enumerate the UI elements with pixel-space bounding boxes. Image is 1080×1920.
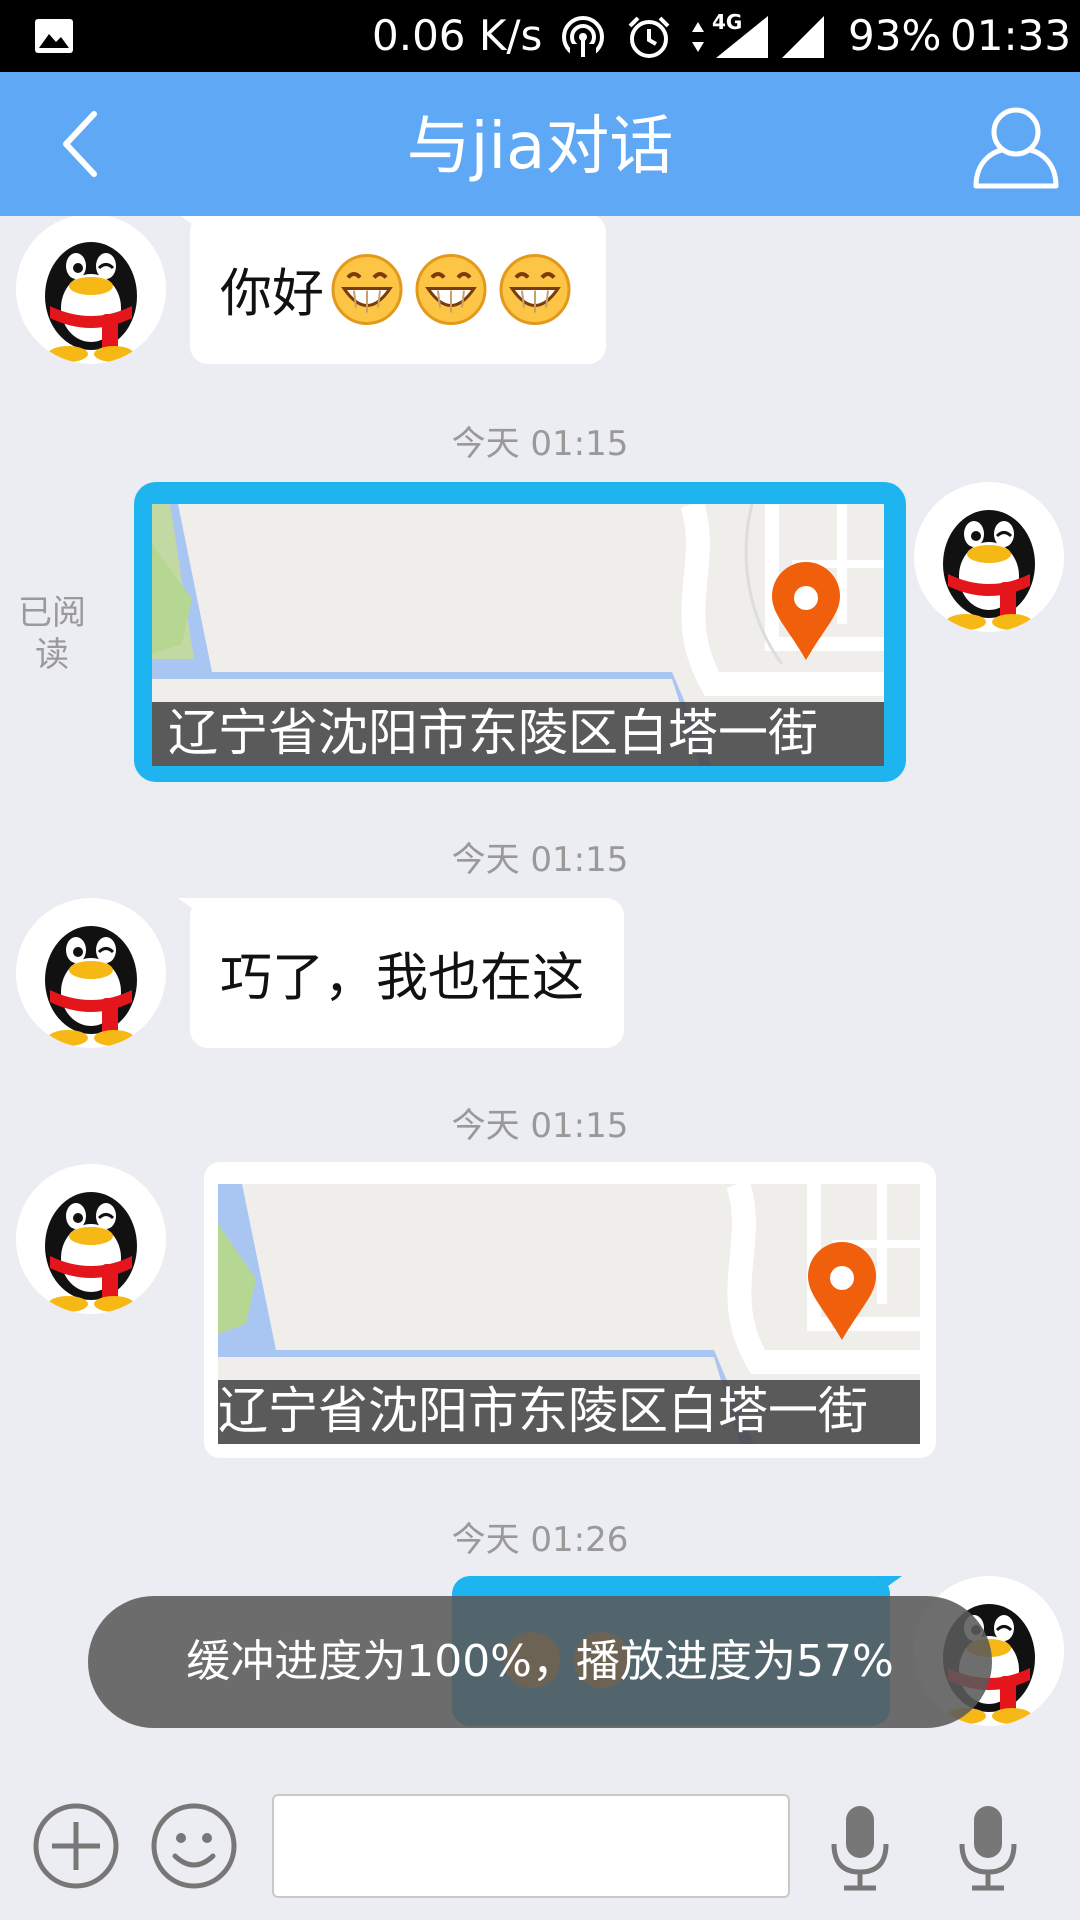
message-input[interactable]	[272, 1794, 790, 1898]
penguin-avatar-icon	[16, 898, 166, 1048]
battery-level: 93%	[848, 11, 942, 60]
net-speed: 0.06 K/s	[372, 11, 543, 60]
penguin-avatar-icon	[914, 482, 1064, 632]
avatar[interactable]	[914, 482, 1064, 632]
grinning-face-icon	[415, 253, 487, 325]
penguin-avatar-icon	[16, 1164, 166, 1314]
read-status: 已阅读	[18, 593, 86, 675]
signal-icon	[716, 16, 768, 58]
map-preview: 辽宁省沈阳市东陵区白塔一街	[152, 504, 884, 766]
status-clock: 01:33	[950, 11, 1072, 60]
gallery-icon	[35, 19, 73, 53]
location-address: 辽宁省沈阳市东陵区白塔一街	[152, 702, 884, 766]
microphone-icon[interactable]	[816, 1804, 904, 1892]
location-card[interactable]: 辽宁省沈阳市东陵区白塔一街	[134, 482, 906, 782]
microphone-icon[interactable]	[944, 1804, 1032, 1892]
location-card[interactable]: 辽宁省沈阳市东陵区白塔一街	[204, 1162, 936, 1458]
playback-toast: 缓冲进度为100%，播放进度为57%	[88, 1596, 992, 1728]
map-pin-icon	[808, 1242, 876, 1340]
person-icon[interactable]	[970, 100, 1062, 192]
avatar[interactable]	[16, 1164, 166, 1314]
alarm-icon	[628, 16, 670, 58]
page-title: 与jia对话	[406, 110, 674, 184]
message-timestamp: 今天 01:26	[451, 1520, 629, 1560]
title-bar: 与jia对话	[0, 72, 1080, 216]
map-pin-icon	[772, 562, 840, 660]
plus-circle-icon[interactable]	[32, 1802, 120, 1890]
message-timestamp: 今天 01:15	[451, 1106, 629, 1146]
message-bubble[interactable]: 巧了，我也在这	[178, 898, 624, 1048]
message-text: 你好	[220, 264, 325, 325]
data-transfer-icon	[692, 22, 704, 52]
location-address: 辽宁省沈阳市东陵区白塔一街	[218, 1380, 920, 1444]
hotspot-icon	[562, 16, 604, 60]
chat-message-list[interactable]: 你好 今天 01:15 已阅读 辽宁省沈阳市东陵区白塔一街 今天 01:15 巧…	[0, 216, 1080, 1776]
grinning-face-icon	[331, 253, 403, 325]
signal-icon	[782, 16, 824, 58]
message-timestamp: 今天 01:15	[451, 424, 629, 464]
map-preview: 辽宁省沈阳市东陵区白塔一街	[218, 1184, 920, 1444]
status-bar: 0.06 K/s 4G 93% 01:33	[0, 0, 1080, 72]
message-text: 巧了，我也在这	[220, 948, 585, 1009]
avatar[interactable]	[16, 898, 166, 1048]
smiley-icon[interactable]	[150, 1802, 238, 1890]
input-bar	[0, 1776, 1080, 1920]
avatar[interactable]	[16, 216, 166, 364]
message-bubble[interactable]: 你好	[180, 216, 606, 364]
message-timestamp: 今天 01:15	[451, 840, 629, 880]
grinning-face-icon	[499, 253, 571, 325]
penguin-avatar-icon	[16, 216, 166, 364]
